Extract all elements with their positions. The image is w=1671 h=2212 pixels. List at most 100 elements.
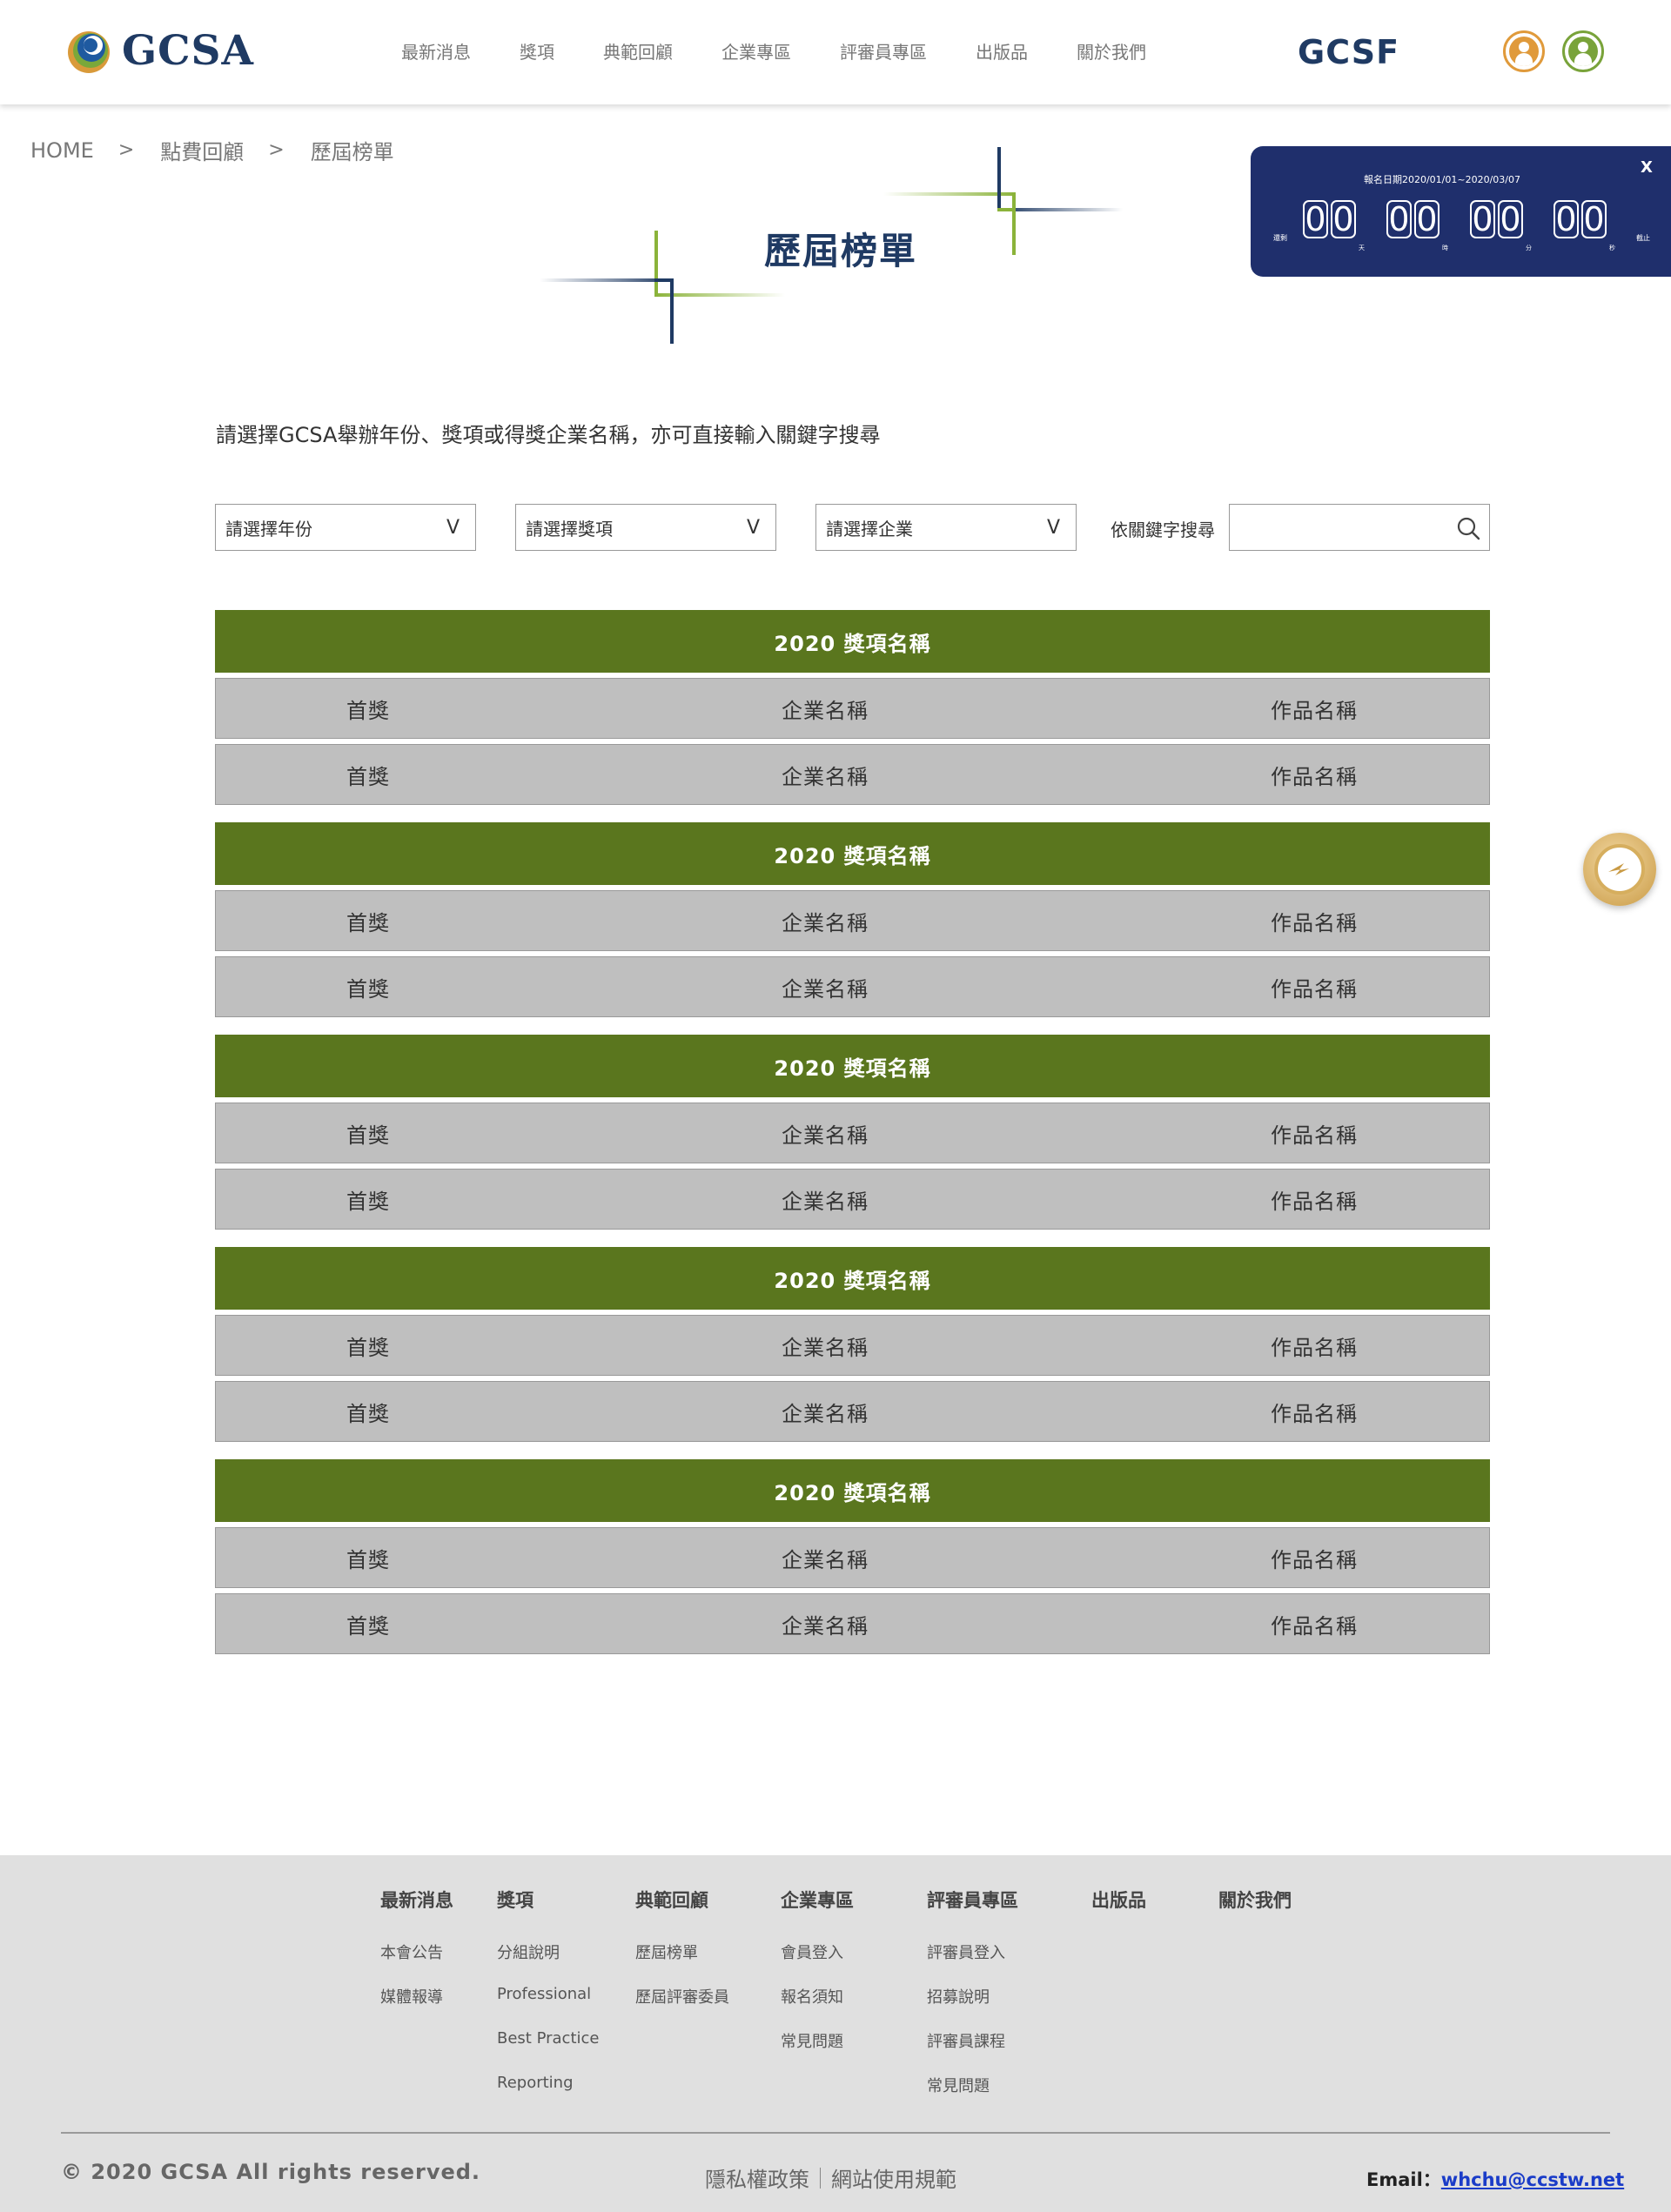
countdown-title: 報名日期2020/01/01~2020/03/07 xyxy=(1363,174,1521,185)
footer-link[interactable]: 招募說明 xyxy=(927,1985,1018,2029)
nav-enterprise[interactable]: 企業專區 xyxy=(721,38,791,64)
footer-col-judges: 評審員專區評審員登入 招募說明 評審員課程 常見問題 xyxy=(927,1887,1018,2118)
floating-action-button[interactable] xyxy=(1583,833,1656,906)
gcsa-logo-icon xyxy=(68,31,110,73)
footer-heading[interactable]: 典範回顧 xyxy=(635,1887,729,1913)
work-name: 作品名稱 xyxy=(1271,1123,1358,1148)
company-name: 企業名稱 xyxy=(782,1123,869,1148)
keyword-search-box xyxy=(1229,504,1490,551)
site-footer: 最新消息本會公告 媒體報導 獎項分組說明 Professional Best Pract… xyxy=(0,1855,1671,2212)
award-row[interactable]: 首獎 企業名稱 作品名稱 xyxy=(215,1103,1490,1163)
footer-heading[interactable]: 最新消息 xyxy=(380,1887,453,1913)
breadcrumb-current: 歷屆榜單 xyxy=(310,140,394,164)
company-name: 企業名稱 xyxy=(782,976,869,1002)
footer-link[interactable]: Best Practice xyxy=(497,2029,599,2074)
countdown-label-right: 截止 xyxy=(1636,234,1650,242)
footer-link[interactable]: 評審員登入 xyxy=(927,1941,1018,1985)
member-login-button[interactable] xyxy=(1503,30,1545,72)
gcsf-logo[interactable]: GCSF xyxy=(1298,33,1399,71)
privacy-link[interactable]: 隱私權政策 xyxy=(705,2162,809,2193)
award-group-title[interactable]: 2020 獎項名稱 xyxy=(215,1459,1490,1522)
search-icon[interactable] xyxy=(1456,516,1480,540)
breadcrumb-home[interactable]: HOME xyxy=(30,138,94,163)
chevron-down-icon: V xyxy=(1046,516,1060,539)
footer-link[interactable]: Professional xyxy=(497,1985,599,2029)
countdown-widget: 報名日期2020/01/01~2020/03/07 X 還剩 0 0 天 0 0… xyxy=(1251,146,1671,277)
year-select[interactable]: 請選擇年份 V xyxy=(215,504,476,551)
footer-link[interactable]: 歷屆榜單 xyxy=(635,1941,729,1985)
countdown-unit: 時 xyxy=(1442,245,1448,251)
nav-news[interactable]: 最新消息 xyxy=(401,38,471,64)
footer-heading[interactable]: 評審員專區 xyxy=(927,1887,1018,1913)
footer-col-publications: 出版品 xyxy=(1091,1887,1146,1941)
footer-heading[interactable]: 關於我們 xyxy=(1218,1887,1292,1913)
countdown-digit: 0 xyxy=(1554,200,1579,238)
award-select[interactable]: 請選擇獎項 V xyxy=(515,504,776,551)
company-name: 企業名稱 xyxy=(782,698,869,723)
intro-text: 請選擇GCSA舉辦年份、獎項或得獎企業名稱，亦可直接輸入關鍵字搜尋 xyxy=(216,423,881,447)
award-rank: 首獎 xyxy=(346,1123,390,1148)
footer-link[interactable]: 常見問題 xyxy=(781,2029,854,2074)
award-rank: 首獎 xyxy=(346,1613,390,1639)
footer-heading[interactable]: 出版品 xyxy=(1091,1887,1146,1913)
copyright: © 2020 GCSA All rights reserved. xyxy=(61,2160,481,2184)
company-name: 企業名稱 xyxy=(782,1189,869,1214)
nav-awards[interactable]: 獎項 xyxy=(520,38,554,64)
work-name: 作品名稱 xyxy=(1271,976,1358,1002)
award-rank: 首獎 xyxy=(346,976,390,1002)
email-label: Email： xyxy=(1366,2169,1441,2190)
award-group-title[interactable]: 2020 獎項名稱 xyxy=(215,822,1490,885)
award-row[interactable]: 首獎 企業名稱 作品名稱 xyxy=(215,744,1490,805)
share-icon xyxy=(1594,844,1645,895)
award-row[interactable]: 首獎 企業名稱 作品名稱 xyxy=(215,1593,1490,1654)
award-row[interactable]: 首獎 企業名稱 作品名稱 xyxy=(215,1315,1490,1376)
award-row[interactable]: 首獎 企業名稱 作品名稱 xyxy=(215,1381,1490,1442)
award-group: 2020 獎項名稱 首獎 企業名稱 作品名稱 首獎 企業名稱 作品名稱 xyxy=(215,822,1490,1017)
terms-link[interactable]: 網站使用規範 xyxy=(831,2162,956,2193)
footer-heading[interactable]: 獎項 xyxy=(497,1887,599,1913)
nav-about[interactable]: 關於我們 xyxy=(1077,38,1146,64)
close-icon[interactable]: X xyxy=(1641,158,1653,177)
award-row[interactable]: 首獎 企業名稱 作品名稱 xyxy=(215,956,1490,1017)
work-name: 作品名稱 xyxy=(1271,764,1358,789)
footer-link[interactable]: 報名須知 xyxy=(781,1985,854,2029)
award-row[interactable]: 首獎 企業名稱 作品名稱 xyxy=(215,1527,1490,1588)
work-name: 作品名稱 xyxy=(1271,1613,1358,1639)
site-logo[interactable]: GCSA xyxy=(64,26,254,75)
footer-link[interactable]: Reporting xyxy=(497,2074,599,2118)
footer-link[interactable]: 評審員課程 xyxy=(927,2029,1018,2074)
company-select[interactable]: 請選擇企業 V xyxy=(815,504,1077,551)
company-name: 企業名稱 xyxy=(782,910,869,935)
nav-review[interactable]: 典範回顧 xyxy=(603,38,673,64)
email-link[interactable]: whchu@ccstw.net xyxy=(1441,2169,1624,2190)
page-title: 歷屆榜單 xyxy=(764,230,918,272)
work-name: 作品名稱 xyxy=(1271,1189,1358,1214)
footer-link[interactable]: 媒體報導 xyxy=(380,1985,453,2029)
footer-link[interactable]: 常見問題 xyxy=(927,2074,1018,2118)
company-name: 企業名稱 xyxy=(782,1547,869,1572)
footer-col-enterprise: 企業專區會員登入 報名須知 常見問題 xyxy=(781,1887,854,2074)
footer-link[interactable]: 會員登入 xyxy=(781,1941,854,1985)
breadcrumb-level1[interactable]: 點費回顧 xyxy=(160,135,244,165)
footer-col-review: 典範回顧歷屆榜單 歷屆評審委員 xyxy=(635,1887,729,2029)
award-row[interactable]: 首獎 企業名稱 作品名稱 xyxy=(215,678,1490,739)
footer-link[interactable]: 分組說明 xyxy=(497,1941,599,1985)
nav-judges[interactable]: 評審員專區 xyxy=(840,38,927,64)
countdown-digit: 0 xyxy=(1581,200,1607,238)
award-group-title[interactable]: 2020 獎項名稱 xyxy=(215,610,1490,673)
judge-login-button[interactable] xyxy=(1562,30,1604,72)
keyword-search-input[interactable] xyxy=(1230,505,1439,548)
award-group-title[interactable]: 2020 獎項名稱 xyxy=(215,1247,1490,1310)
award-group-title[interactable]: 2020 獎項名稱 xyxy=(215,1035,1490,1097)
footer-link[interactable]: 本會公告 xyxy=(380,1941,453,1985)
site-header: GCSA 最新消息 獎項 典範回顧 企業專區 評審員專區 出版品 關於我們 GC… xyxy=(0,0,1671,104)
work-name: 作品名稱 xyxy=(1271,698,1358,723)
nav-publications[interactable]: 出版品 xyxy=(976,38,1028,64)
footer-link[interactable]: 歷屆評審委員 xyxy=(635,1985,729,2029)
award-rank: 首獎 xyxy=(346,698,390,723)
award-results: 2020 獎項名稱 首獎 企業名稱 作品名稱 首獎 企業名稱 作品名稱 2020 獎項名稱 首獎… xyxy=(215,610,1490,1672)
footer-heading[interactable]: 企業專區 xyxy=(781,1887,854,1913)
company-select-value: 請選擇企業 xyxy=(826,518,913,540)
award-row[interactable]: 首獎 企業名稱 作品名稱 xyxy=(215,890,1490,951)
award-row[interactable]: 首獎 企業名稱 作品名稱 xyxy=(215,1169,1490,1230)
